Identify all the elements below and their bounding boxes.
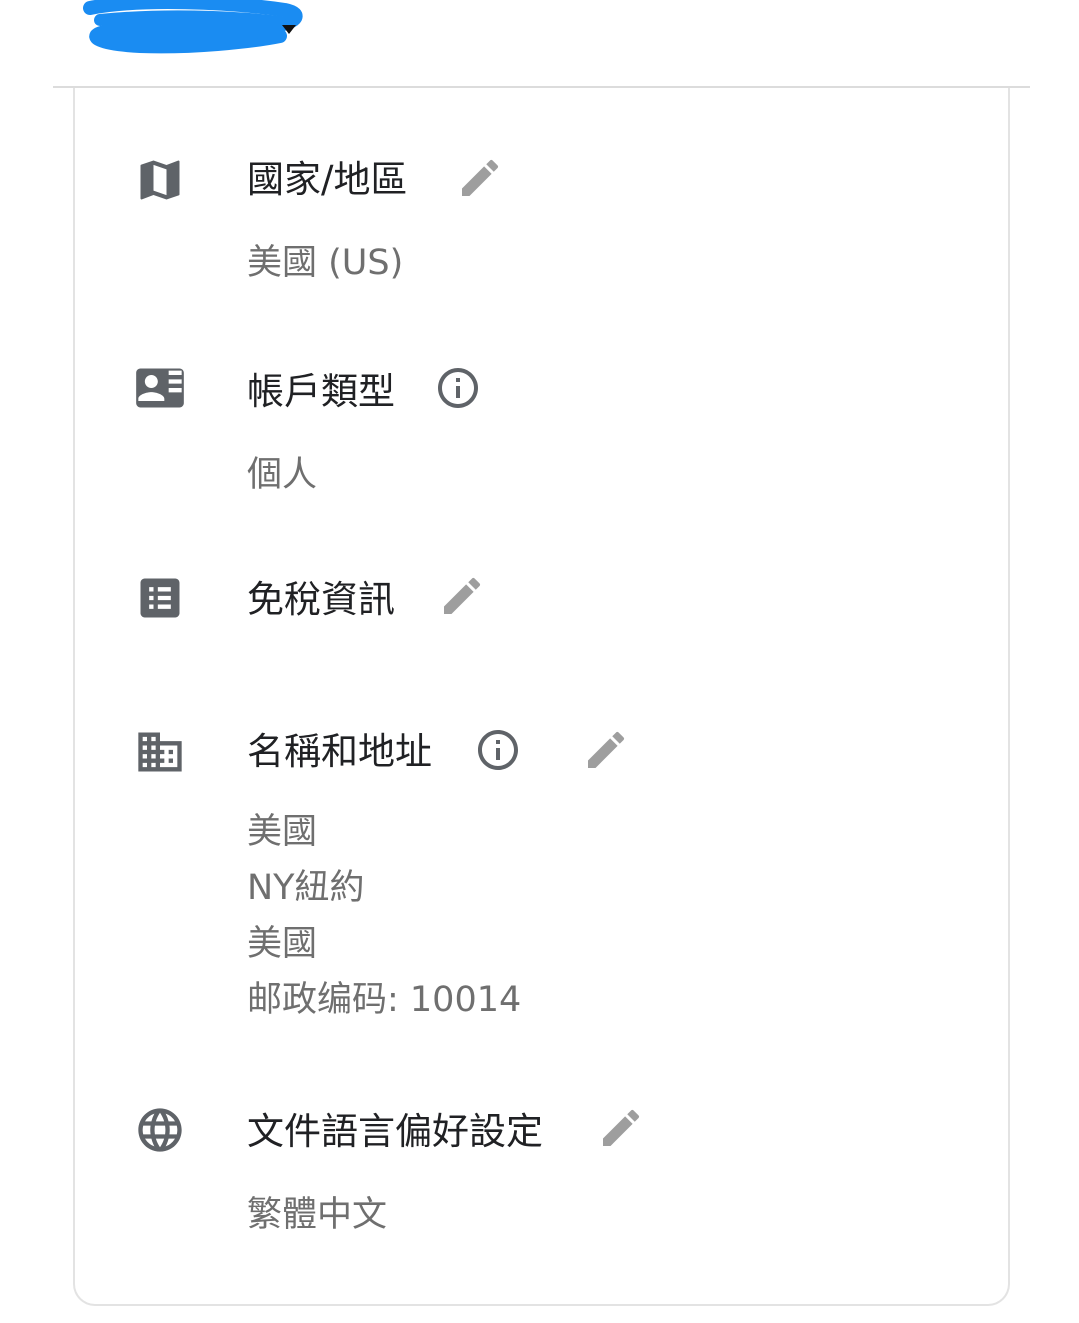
address-line-2: NY紐約 [247, 868, 365, 908]
building-icon [134, 726, 186, 778]
address-line-1: 美國 [247, 812, 318, 852]
globe-icon [134, 1104, 186, 1156]
account-type-title: 帳戶類型 [247, 370, 395, 413]
dropdown-caret-icon[interactable] [282, 25, 296, 34]
edit-pencil-icon[interactable] [597, 1104, 645, 1152]
document-language-value: 繁體中文 [247, 1195, 388, 1235]
map-icon [134, 154, 186, 206]
contact-card-icon [134, 362, 186, 414]
document-language-title: 文件語言偏好設定 [247, 1110, 543, 1153]
list-icon [134, 572, 186, 624]
account-selector-redacted[interactable] [80, 0, 310, 56]
edit-pencil-icon[interactable] [456, 154, 504, 202]
redaction-scribble [83, 0, 303, 54]
address-line-4: 邮政编码: 10014 [247, 980, 522, 1020]
account-type-value: 個人 [247, 455, 318, 495]
edit-pencil-icon[interactable] [582, 726, 630, 774]
country-value: 美國 (US) [247, 243, 404, 283]
name-address-title: 名稱和地址 [247, 730, 432, 773]
tax-info-title: 免稅資訊 [247, 578, 395, 621]
edit-pencil-icon[interactable] [438, 572, 486, 620]
address-line-3: 美國 [247, 924, 318, 964]
info-icon[interactable] [434, 364, 482, 412]
info-icon[interactable] [474, 726, 522, 774]
country-title: 國家/地區 [247, 158, 408, 201]
top-bar [0, 0, 1079, 86]
